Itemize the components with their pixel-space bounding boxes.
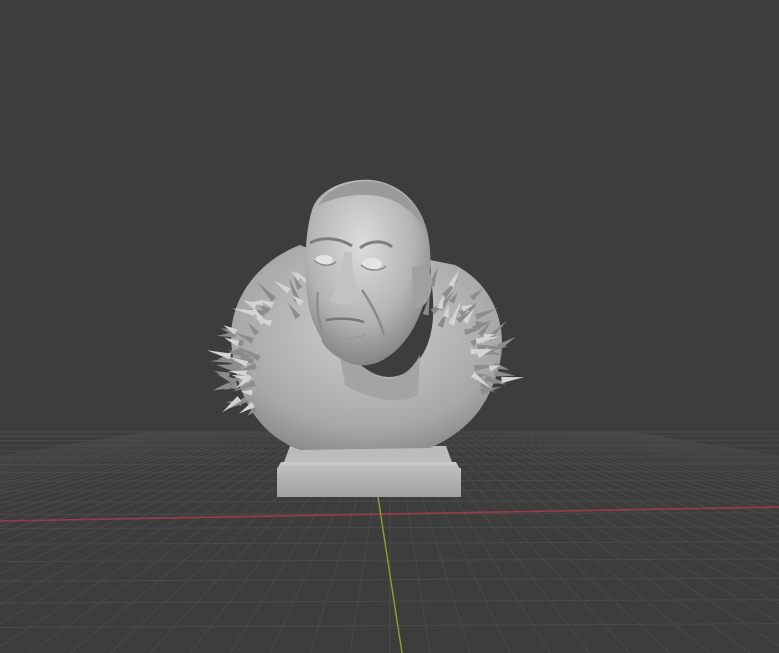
grid-line <box>0 431 193 471</box>
viewport-canvas[interactable] <box>0 0 779 653</box>
grid-line <box>0 431 283 535</box>
plinth-front <box>277 468 461 497</box>
fur-spike <box>206 350 232 360</box>
grid-line <box>0 431 259 509</box>
grid-line <box>0 431 253 504</box>
3d-viewport[interactable] <box>0 0 779 653</box>
head <box>305 179 432 366</box>
plinth-top <box>277 462 460 469</box>
fur-spike <box>494 370 516 377</box>
fur-spike <box>501 376 525 383</box>
fur-spike <box>213 371 231 379</box>
